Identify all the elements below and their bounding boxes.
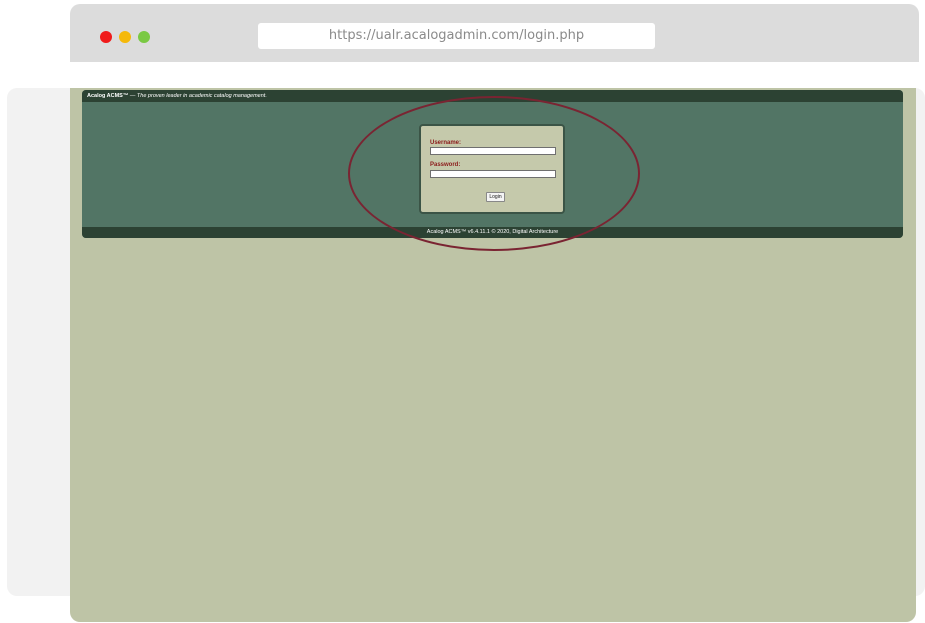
- maximize-window-icon[interactable]: [138, 31, 150, 43]
- close-window-icon[interactable]: [100, 31, 112, 43]
- browser-toolbar: https://ualr.acalogadmin.com/login.php: [70, 4, 919, 62]
- header-separator: —: [128, 93, 137, 99]
- acalog-panel: Acalog ACMS™ — The proven leader in acad…: [82, 90, 903, 238]
- browser-viewport: Acalog ACMS™ — The proven leader in acad…: [70, 88, 916, 622]
- brand-tagline: The proven leader in academic catalog ma…: [136, 93, 267, 99]
- login-form: Username: Password: Login: [419, 124, 565, 214]
- username-input[interactable]: [430, 147, 556, 155]
- panel-footer: Acalog ACMS™ v6.4.11.1 © 2020, Digital A…: [82, 227, 903, 238]
- minimize-window-icon[interactable]: [119, 31, 131, 43]
- brand-name: Acalog ACMS™: [87, 93, 129, 99]
- password-input[interactable]: [430, 170, 556, 178]
- browser-divider: [70, 62, 925, 88]
- password-label: Password:: [430, 162, 461, 168]
- panel-header: Acalog ACMS™ — The proven leader in acad…: [82, 90, 903, 102]
- username-label: Username:: [430, 140, 462, 146]
- address-bar[interactable]: https://ualr.acalogadmin.com/login.php: [258, 23, 655, 49]
- login-button[interactable]: Login: [486, 192, 505, 202]
